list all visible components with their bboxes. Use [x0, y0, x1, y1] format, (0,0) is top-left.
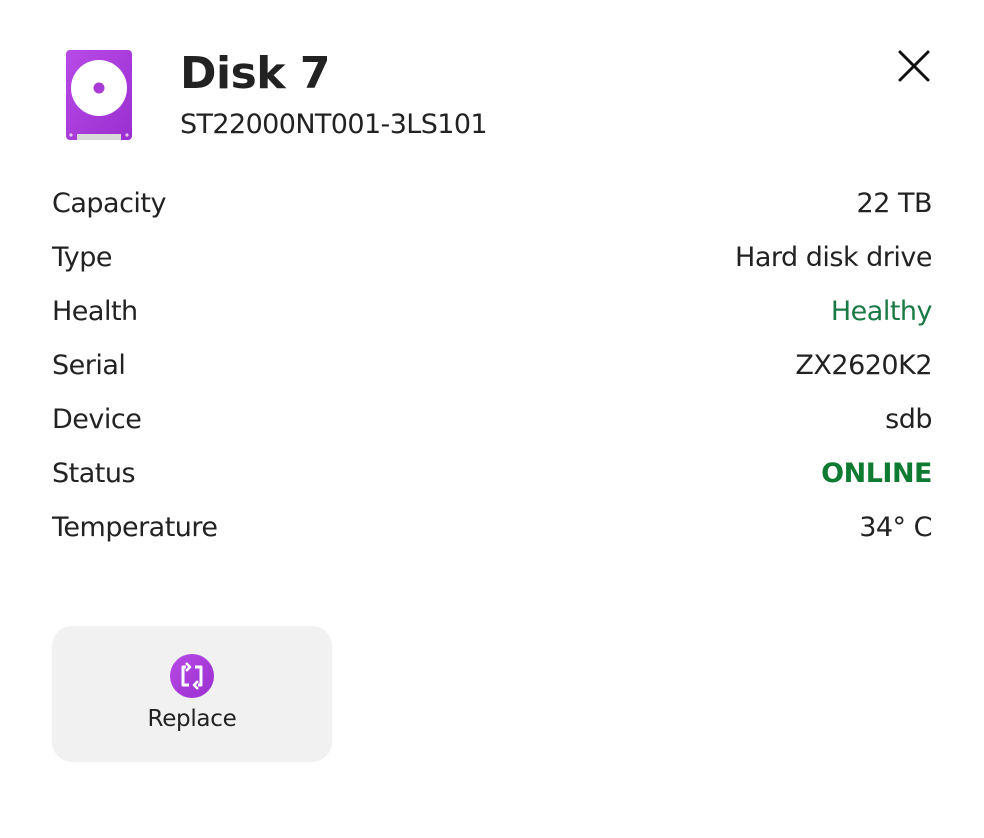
close-icon [898, 50, 930, 82]
status-row: Status ONLINE [52, 446, 932, 500]
disk-details-dialog: Disk 7 ST22000NT001-3LS101 Capacity 22 T… [0, 0, 984, 838]
device-row: Device sdb [52, 392, 932, 446]
serial-row: Serial ZX2620K2 [52, 338, 932, 392]
replace-label: Replace [147, 706, 237, 732]
serial-value: ZX2620K2 [795, 349, 932, 381]
replace-button[interactable]: Replace [52, 626, 332, 762]
type-label: Type [52, 241, 113, 273]
status-label: Status [52, 457, 136, 489]
type-row: Type Hard disk drive [52, 230, 932, 284]
health-row: Health Healthy [52, 284, 933, 338]
disk-title: Disk 7 [180, 48, 331, 99]
dialog-header: Disk 7 ST22000NT001-3LS101 [52, 46, 932, 146]
disk-model: ST22000NT001-3LS101 [180, 109, 488, 140]
close-button[interactable] [892, 46, 936, 90]
capacity-value: 22 TB [856, 187, 933, 219]
status-value: ONLINE [821, 457, 932, 489]
temperature-row: Temperature 34° C [52, 500, 932, 554]
hard-disk-icon [66, 50, 132, 140]
capacity-label: Capacity [52, 187, 167, 219]
health-value: Healthy [830, 295, 933, 327]
serial-label: Serial [52, 349, 126, 381]
temperature-label: Temperature [52, 511, 218, 543]
temperature-value: 34° C [859, 511, 932, 543]
capacity-row: Capacity 22 TB [52, 176, 933, 230]
device-label: Device [52, 403, 142, 435]
type-value: Hard disk drive [735, 241, 932, 273]
device-value: sdb [885, 403, 932, 435]
disk-properties-list: Capacity 22 TB Type Hard disk drive Heal… [52, 176, 933, 554]
replace-icon [170, 654, 214, 698]
health-label: Health [52, 295, 138, 327]
